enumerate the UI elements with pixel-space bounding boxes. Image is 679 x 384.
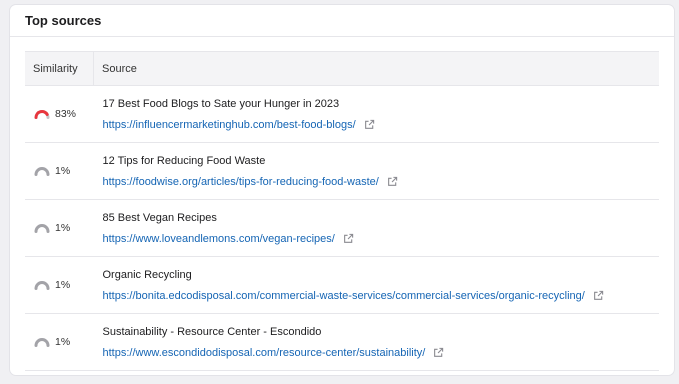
table-row: 1% Sustainability - Resource Center - Es… bbox=[25, 313, 659, 371]
source-cell: Organic Recycling https://bonita.edcodis… bbox=[93, 256, 659, 314]
source-title: 17 Best Food Blogs to Sate your Hunger i… bbox=[102, 97, 340, 110]
top-sources-card: Top sources Similarity Source 83% 17 Bes… bbox=[10, 5, 674, 375]
table-row: 1% 12 Tips for Reducing Food Waste https… bbox=[25, 142, 659, 200]
table-row: 1% Organic Recycling https://bonita.edco… bbox=[25, 256, 659, 314]
source-cell: Sustainability - Resource Center - Escon… bbox=[93, 313, 659, 371]
external-link-icon[interactable] bbox=[387, 176, 398, 187]
similarity-gauge-icon bbox=[34, 281, 50, 290]
table-row: 83% 17 Best Food Blogs to Sate your Hung… bbox=[25, 85, 659, 143]
similarity-cell: 1% bbox=[25, 313, 94, 371]
similarity-gauge-icon bbox=[34, 224, 50, 233]
similarity-value: 83% bbox=[55, 108, 77, 120]
similarity-column-header[interactable]: Similarity bbox=[25, 51, 94, 86]
table-row: 1% 85 Best Vegan Recipes https://www.lov… bbox=[25, 199, 659, 257]
source-title: Organic Recycling bbox=[102, 268, 192, 281]
source-title: 85 Best Vegan Recipes bbox=[102, 211, 217, 224]
card-header: Top sources bbox=[10, 5, 674, 37]
external-link-icon[interactable] bbox=[593, 290, 604, 301]
table-header-row: Similarity Source bbox=[25, 51, 659, 86]
similarity-value: 1% bbox=[55, 279, 71, 291]
similarity-value: 1% bbox=[55, 165, 71, 177]
similarity-cell: 83% bbox=[25, 85, 94, 143]
source-link[interactable]: https://foodwise.org/articles/tips-for-r… bbox=[103, 176, 379, 188]
source-title: Sustainability - Resource Center - Escon… bbox=[102, 325, 322, 338]
source-link[interactable]: https://bonita.edcodisposal.com/commerci… bbox=[103, 290, 585, 302]
source-link[interactable]: https://www.escondidodisposal.com/resour… bbox=[103, 347, 426, 359]
similarity-cell: 1% bbox=[25, 142, 94, 200]
similarity-value: 1% bbox=[55, 222, 71, 234]
external-link-icon[interactable] bbox=[364, 119, 375, 130]
card-title: Top sources bbox=[25, 13, 102, 28]
similarity-gauge-icon bbox=[34, 167, 50, 176]
external-link-icon[interactable] bbox=[433, 347, 444, 358]
source-cell: 85 Best Vegan Recipes https://www.lovean… bbox=[93, 199, 659, 257]
similarity-gauge-icon bbox=[34, 110, 50, 119]
source-title: 12 Tips for Reducing Food Waste bbox=[102, 154, 266, 167]
source-column-header[interactable]: Source bbox=[93, 51, 659, 86]
similarity-value: 1% bbox=[55, 336, 71, 348]
source-cell: 12 Tips for Reducing Food Waste https://… bbox=[93, 142, 659, 200]
similarity-cell: 1% bbox=[25, 199, 94, 257]
similarity-cell: 1% bbox=[25, 256, 94, 314]
sources-table: Similarity Source 83% 17 Best Food Blogs bbox=[25, 51, 659, 371]
source-link[interactable]: https://influencermarketinghub.com/best-… bbox=[103, 119, 356, 131]
source-cell: 17 Best Food Blogs to Sate your Hunger i… bbox=[93, 85, 659, 143]
similarity-gauge-icon bbox=[34, 338, 50, 347]
external-link-icon[interactable] bbox=[343, 233, 354, 244]
source-link[interactable]: https://www.loveandlemons.com/vegan-reci… bbox=[103, 233, 335, 245]
